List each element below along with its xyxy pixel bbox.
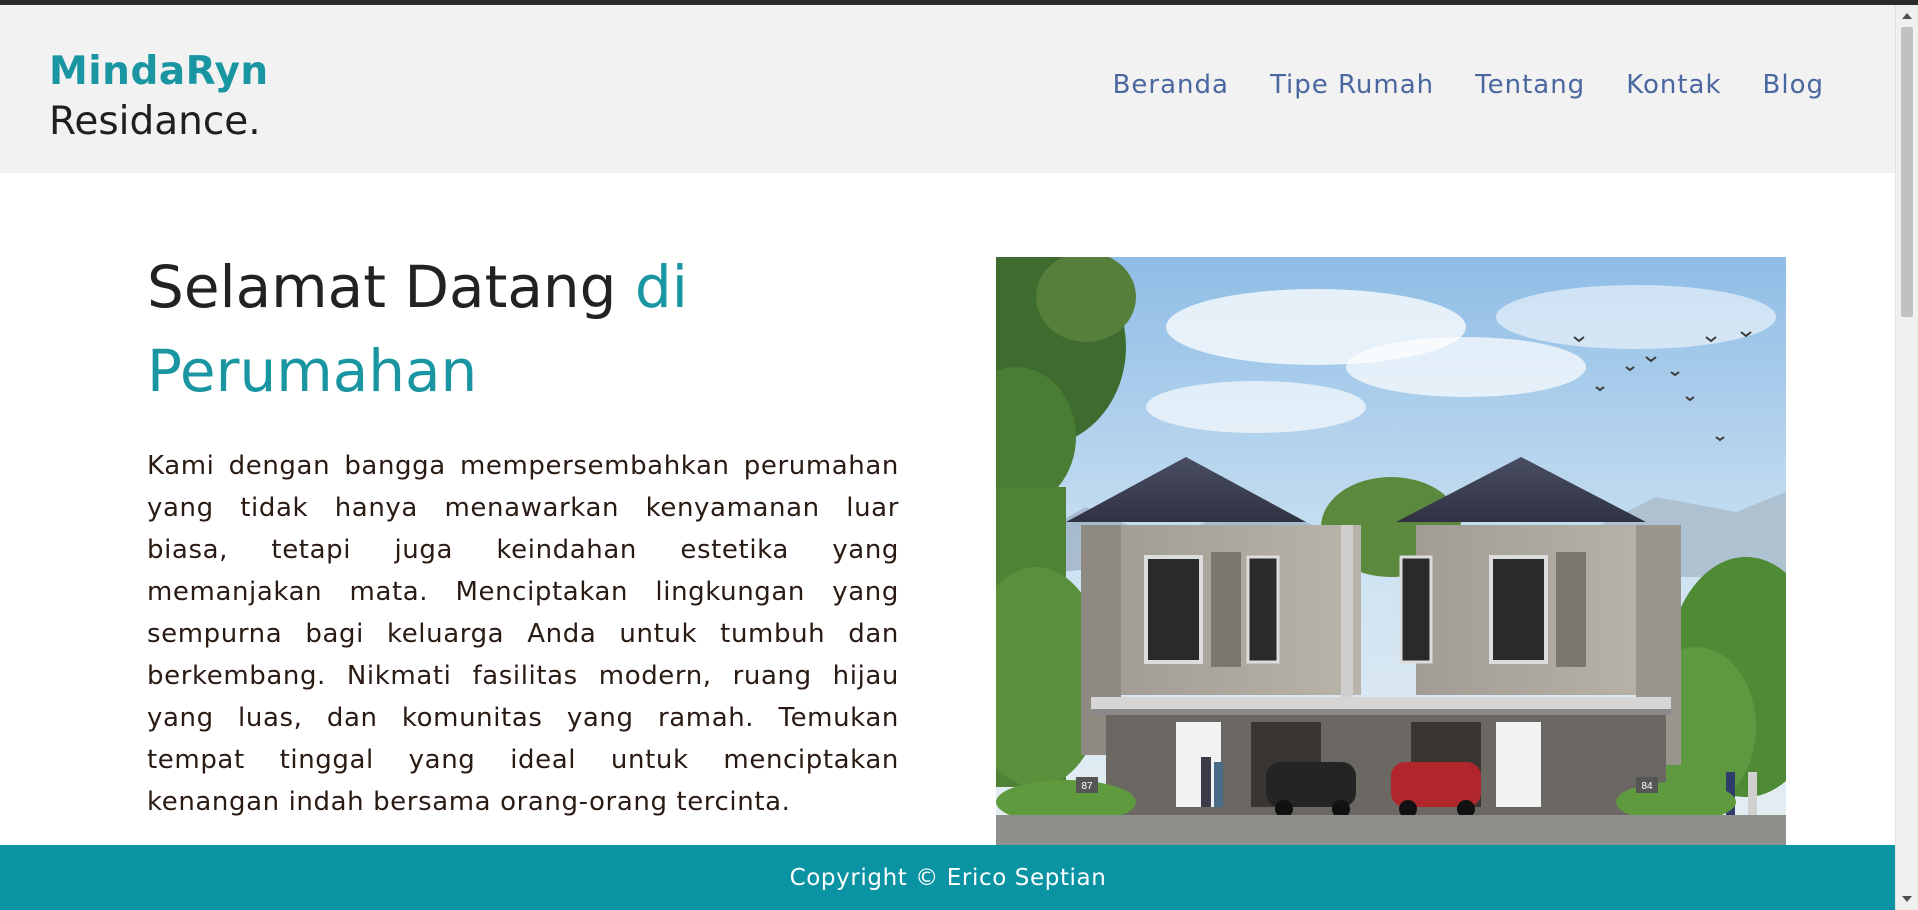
nav-link-tipe-rumah[interactable]: Tipe Rumah [1270,70,1434,100]
brand-logo[interactable]: MindaRyn Residance. [49,47,269,147]
scroll-up-arrow-icon[interactable] [1902,13,1912,19]
scroll-thumb[interactable] [1901,27,1913,317]
hero-section: Selamat Datang di Perumahan Kami dengan … [0,173,1896,845]
nav-link-kontak[interactable]: Kontak [1626,70,1721,100]
scroll-down-arrow-icon[interactable] [1902,896,1912,902]
house-image: 87 84 [996,257,1786,845]
site-header: MindaRyn Residance. Beranda Tipe Rumah T… [0,5,1896,173]
hero-title-main: Selamat Datang [147,253,617,321]
page: MindaRyn Residance. Beranda Tipe Rumah T… [0,0,1918,910]
nav-link-beranda[interactable]: Beranda [1113,70,1229,100]
site-footer: Copyright © Erico Septian [0,845,1896,910]
brand-name: MindaRyn [49,49,269,94]
hero-title: Selamat Datang di Perumahan [147,245,907,413]
nav-link-tentang[interactable]: Tentang [1475,70,1585,100]
house-number-right: 84 [1641,781,1653,792]
hero-description: Kami dengan bangga mempersembahkan perum… [147,451,899,817]
main-nav: Beranda Tipe Rumah Tentang Kontak Blog [1113,70,1824,100]
copyright-text: Copyright © Erico Septian [789,864,1107,891]
brand-subtitle: Residance. [49,99,261,144]
house-number-left: 87 [1081,781,1093,792]
nav-link-blog[interactable]: Blog [1763,70,1824,100]
vertical-scrollbar[interactable] [1895,5,1918,910]
